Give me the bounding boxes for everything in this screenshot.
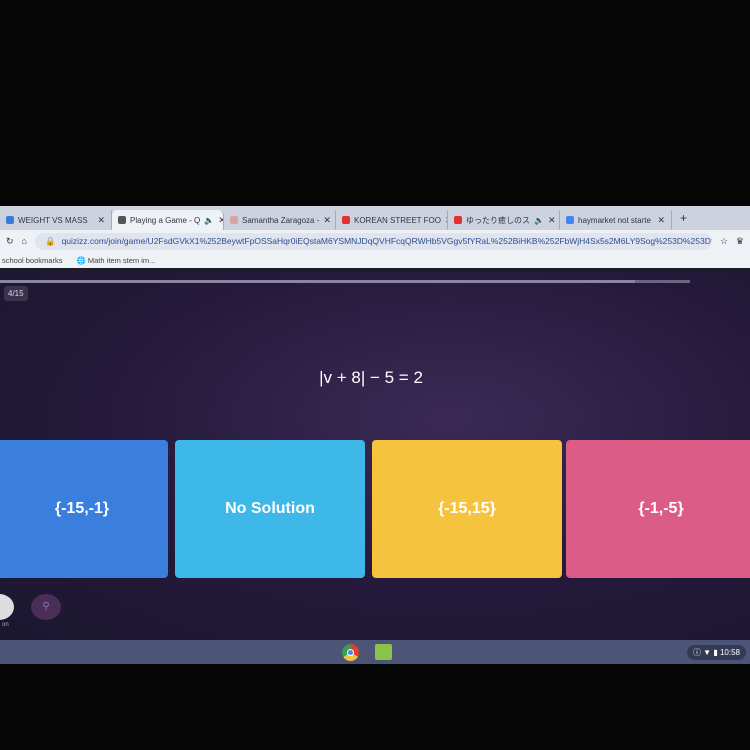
close-tab-icon[interactable]: ✕ (657, 215, 665, 226)
favicon-icon (118, 216, 126, 224)
option-4[interactable]: {-1,-5} (566, 440, 750, 578)
new-tab-button[interactable]: + (680, 211, 687, 225)
taskbar: ⓘ ▼ ▮ 10:58 (0, 640, 750, 664)
tab-title: ゆったり癒しのス (466, 215, 530, 225)
question-counter: 4/15 (4, 286, 28, 301)
tab-title: KOREAN STREET FOO (354, 215, 441, 225)
system-tray[interactable]: ⓘ ▼ ▮ 10:58 (686, 645, 746, 660)
browser-tab[interactable]: haymarket not starte ✕ (560, 210, 672, 230)
tab-title: haymarket not starte (578, 215, 651, 225)
close-tab-icon[interactable]: ✕ (548, 215, 556, 226)
files-app-icon[interactable] (375, 644, 392, 660)
favicon-icon (566, 216, 574, 224)
favicon-icon (6, 216, 14, 224)
option-1[interactable]: {-15,-1} (0, 440, 168, 578)
url-text: quizizz.com/join/game/U2FsdGVkX1%252Beyw… (61, 236, 712, 246)
chrome-icon[interactable] (342, 644, 359, 661)
battery-icon: ▮ (713, 648, 718, 657)
powerup-button[interactable] (0, 594, 14, 620)
quiz-page: 4/15 |v + 8| − 5 = 2 {-15,-1} No Solutio… (0, 272, 750, 640)
favicon-icon (230, 216, 238, 224)
favicon-icon (342, 216, 350, 224)
address-bar-row: ↻ ⌂ 🔒 quizizz.com/join/game/U2FsdGVkX1%25… (0, 230, 750, 252)
wifi-icon: ▼ (703, 648, 712, 657)
clock-time: 10:58 (719, 648, 740, 657)
tab-strip: WEIGHT VS MASS✕Playing a Game - Q🔈✕Saman… (0, 206, 750, 230)
lock-icon: 🔒 (44, 235, 56, 246)
star-icon[interactable]: ☆ (720, 236, 728, 247)
powerup-label: on (2, 622, 9, 628)
globe-icon: 🌐 (76, 255, 86, 265)
bookmark-item[interactable]: school bookmarks (2, 256, 62, 265)
screen: WEIGHT VS MASS✕Playing a Game - Q🔈✕Saman… (0, 206, 750, 664)
zoom-powerup-icon[interactable]: ⚲ (31, 594, 61, 620)
audio-icon: 🔈 (534, 215, 544, 225)
progress-bar (0, 280, 690, 283)
tab-title: WEIGHT VS MASS (18, 215, 88, 225)
option-2[interactable]: No Solution (175, 440, 365, 578)
browser-tab[interactable]: KOREAN STREET FOO✕ (336, 210, 448, 230)
bookmarks-bar: school bookmarks 🌐 Math item stem im... (0, 252, 750, 268)
reload-icon[interactable]: ↻ (6, 236, 14, 247)
audio-icon: 🔈 (204, 215, 215, 225)
option-3[interactable]: {-15,15} (372, 440, 562, 578)
extension-icon[interactable]: ♛ (736, 236, 744, 247)
close-tab-icon[interactable]: ✕ (323, 215, 331, 226)
question-text: |v + 8| − 5 = 2 (319, 368, 423, 387)
browser-tab[interactable]: Samantha Zaragoza - ✕ (224, 210, 336, 230)
favicon-icon (454, 216, 462, 224)
browser-tab[interactable]: WEIGHT VS MASS ✕ (0, 210, 112, 230)
home-icon[interactable]: ⌂ (22, 236, 27, 246)
bookmark-item[interactable]: 🌐 Math item stem im... (76, 256, 155, 265)
close-tab-icon[interactable]: ✕ (97, 215, 105, 226)
help-icon: ⓘ (692, 648, 701, 657)
url-input[interactable]: 🔒 quizizz.com/join/game/U2FsdGVkX1%252Bey… (34, 232, 712, 250)
browser-tab[interactable]: Playing a Game - Q🔈✕ (112, 210, 224, 230)
tab-title: Playing a Game - Q (130, 215, 201, 225)
tab-title: Samantha Zaragoza - (242, 215, 320, 225)
browser-tab[interactable]: ゆったり癒しのス 🔈 ✕ (448, 210, 560, 230)
